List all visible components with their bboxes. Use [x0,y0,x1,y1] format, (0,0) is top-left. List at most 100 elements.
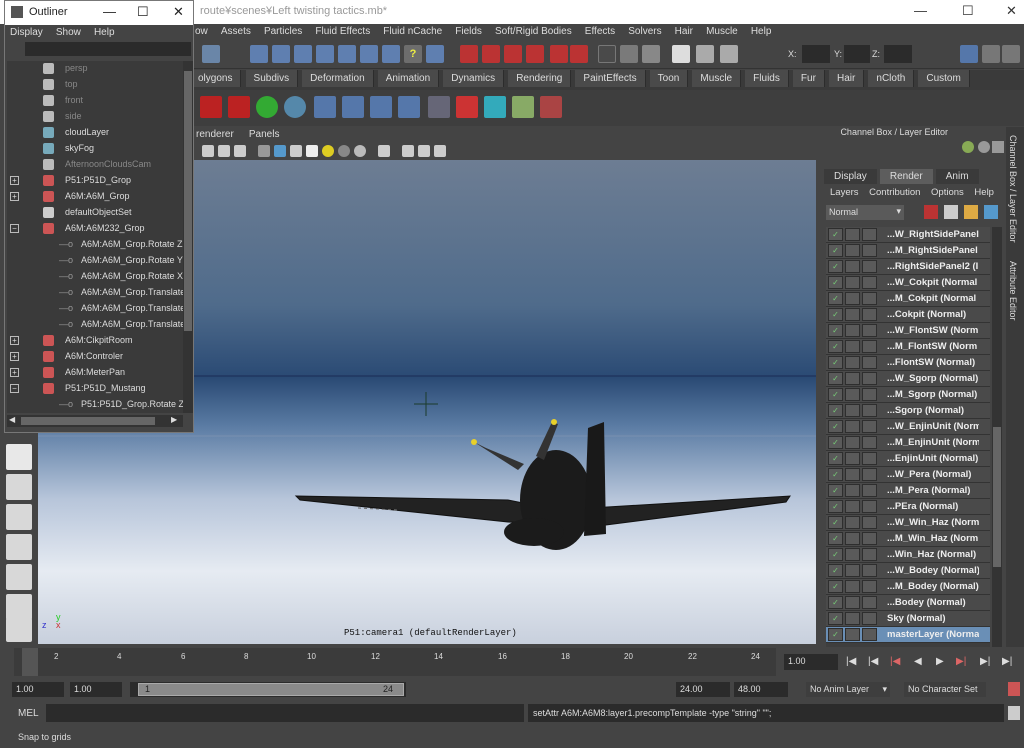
auto-key-icon[interactable] [1008,682,1020,696]
render-layer-row[interactable]: ✓ ...M_RightSidePanel [826,243,990,259]
tab-render[interactable]: Render [879,169,933,184]
outliner-filter-input[interactable] [25,42,191,56]
shelf-tool-icon[interactable] [200,96,222,118]
renderable-toggle-icon[interactable]: ✓ [828,420,843,433]
recycle-toggle-icon[interactable] [845,260,860,273]
playback-start-field[interactable]: 1.00 [70,682,122,697]
scroll-left-icon[interactable]: ◀ [9,415,15,424]
command-input[interactable] [46,704,524,722]
menu-fluid-ncache[interactable]: Fluid nCache [378,24,447,39]
scrollbar-thumb[interactable] [184,71,192,331]
minimize-button[interactable]: — [914,3,927,18]
shelf-tool-icon[interactable] [456,96,478,118]
menu-hair[interactable]: Hair [670,24,698,39]
menu-contribution[interactable]: Contribution [869,187,920,198]
layer-settings-icon[interactable] [862,356,877,369]
recycle-toggle-icon[interactable] [845,340,860,353]
shelf-tab-subdivs[interactable]: Subdivs [245,70,299,87]
menu-muscle[interactable]: Muscle [701,24,743,39]
shelf-tool-icon[interactable] [540,96,562,118]
layer-settings-icon[interactable] [862,628,877,641]
shelf-tool-icon[interactable] [228,96,250,118]
play-forward-icon[interactable]: ▶ [936,656,944,667]
renderable-toggle-icon[interactable]: ✓ [828,484,843,497]
collapse-icon[interactable]: − [10,224,19,233]
recycle-toggle-icon[interactable] [845,324,860,337]
render-layer-row[interactable]: ✓ ...EnjinUnit (Normal) [826,451,990,467]
y-field[interactable] [844,45,870,63]
layer-settings-icon[interactable] [964,205,978,219]
hypershade-icon[interactable] [720,45,738,63]
recycle-toggle-icon[interactable] [845,244,860,257]
textured-icon[interactable] [290,145,302,157]
menu-fluid-effects[interactable]: Fluid Effects [310,24,375,39]
renderable-toggle-icon[interactable]: ✓ [828,580,843,593]
shelf-tool-icon[interactable] [484,96,506,118]
tool-settings-icon[interactable] [982,45,1000,63]
renderable-toggle-icon[interactable]: ✓ [828,324,843,337]
render-layer-row[interactable]: ✓ ...W_Cokpit (Normal [826,275,990,291]
layer-settings-icon[interactable] [862,292,877,305]
recycle-toggle-icon[interactable] [845,532,860,545]
render-layer-row[interactable]: ✓ ...W_RightSidePanel [826,227,990,243]
menu-help[interactable]: Help [974,187,994,198]
layer-settings-icon[interactable] [862,532,877,545]
close-button[interactable]: ✕ [173,4,184,20]
smooth-shade-icon[interactable] [274,145,286,157]
recycle-toggle-icon[interactable] [845,516,860,529]
expand-icon[interactable]: + [10,336,19,345]
recycle-toggle-icon[interactable] [845,596,860,609]
render-layer-row[interactable]: ✓ Sky (Normal) [826,611,990,627]
shelf-tab-rendering[interactable]: Rendering [508,70,572,87]
channel-box-icon[interactable] [1002,45,1020,63]
layer-settings-icon[interactable] [862,260,877,273]
shelf-tab-fluids[interactable]: Fluids [745,70,789,87]
renderable-toggle-icon[interactable]: ✓ [828,452,843,465]
shelf-tab-muscle[interactable]: Muscle [692,70,742,87]
recycle-toggle-icon[interactable] [845,612,860,625]
render-settings-icon[interactable] [696,45,714,63]
play-backward-icon[interactable]: ◀ [914,656,922,667]
outliner-item[interactable]: —o A6M:A6M_Grop.Rotate X [7,269,183,285]
toggle-icon[interactable] [978,141,990,153]
outliner-item[interactable]: —o A6M:A6M_Grop.Translate [7,285,183,301]
render-layer-row[interactable]: ✓ ...M_Win_Haz (Norm [826,531,990,547]
renderable-toggle-icon[interactable]: ✓ [828,532,843,545]
menu-options[interactable]: Options [931,187,964,198]
recycle-toggle-icon[interactable] [845,388,860,401]
menu-soft-rigid-bodies[interactable]: Soft/Rigid Bodies [490,24,577,39]
render-layer-row[interactable]: ✓ ...W_Pera (Normal) [826,467,990,483]
z-field[interactable] [884,45,912,63]
renderable-toggle-icon[interactable]: ✓ [828,388,843,401]
persp-graph-layout-icon[interactable] [6,534,32,560]
menu-assets[interactable]: Assets [216,24,256,39]
render-layer-row[interactable]: ✓ ...FlontSW (Normal) [826,355,990,371]
tab-anim[interactable]: Anim [935,169,979,184]
range-slider-track[interactable]: 1 24 [130,682,406,697]
outliner-item[interactable]: − A6M:A6M232_Grop [7,221,183,237]
render-layer-row[interactable]: ✓ ...W_Sgorp (Normal) [826,371,990,387]
current-time-field[interactable]: 1.00 [784,654,838,670]
renderable-toggle-icon[interactable]: ✓ [828,372,843,385]
outliner-item[interactable]: front [7,93,183,109]
step-forward-icon[interactable]: ▶| [980,656,990,667]
render-layer-row[interactable]: ✓ ...M_Pera (Normal) [826,483,990,499]
renderable-toggle-icon[interactable]: ✓ [828,228,843,241]
outliner-item[interactable]: + A6M:MeterPan [7,365,183,381]
layer-settings-icon[interactable] [862,276,877,289]
layer-color-icon[interactable] [962,141,974,153]
tab-display[interactable]: Display [824,169,877,184]
renderable-toggle-icon[interactable]: ✓ [828,340,843,353]
magnet-icon[interactable] [526,45,544,63]
outliner-item[interactable]: + A6M:A6M_Grop [7,189,183,205]
render-layer-row[interactable]: ✓ ...W_Win_Haz (Norm [826,515,990,531]
maximize-button[interactable]: ☐ [962,3,974,19]
layer-settings-icon[interactable] [862,340,877,353]
recycle-toggle-icon[interactable] [845,276,860,289]
renderable-toggle-icon[interactable]: ✓ [828,548,843,561]
layer-settings-icon[interactable] [862,244,877,257]
menu-display[interactable]: Display [5,25,48,40]
shelf-tab-dynamics[interactable]: Dynamics [443,70,505,87]
renderable-toggle-icon[interactable]: ✓ [828,612,843,625]
shelf-tab-toon[interactable]: Toon [649,70,689,87]
